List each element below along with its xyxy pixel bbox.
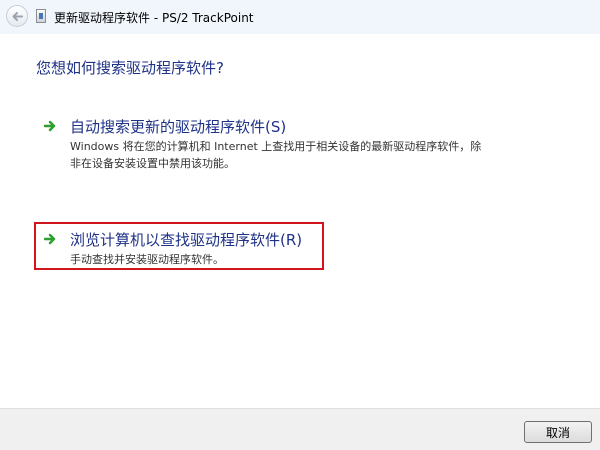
footer-bar: 取消 — [0, 408, 600, 450]
window-title: 更新驱动程序软件 - PS/2 TrackPoint — [54, 11, 254, 25]
page-heading: 您想如何搜索驱动程序软件? — [36, 59, 224, 77]
option-auto-search-title[interactable]: 自动搜索更新的驱动程序软件(S) — [70, 116, 286, 137]
device-icon — [36, 9, 46, 23]
back-button[interactable] — [6, 5, 28, 27]
back-arrow-icon — [12, 12, 23, 21]
option-browse-computer-description: 手动查找并安装驱动程序软件。 — [70, 253, 224, 266]
option-auto-search-description: Windows 将在您的计算机和 Internet 上查找用于相关设备的最新驱动… — [70, 140, 482, 170]
option-browse-computer-title[interactable]: 浏览计算机以查找驱动程序软件(R) — [70, 229, 302, 250]
cancel-button[interactable]: 取消 — [524, 421, 592, 443]
green-arrow-icon — [44, 233, 56, 245]
title-bar: 更新驱动程序软件 - PS/2 TrackPoint — [0, 0, 600, 34]
green-arrow-icon — [44, 120, 56, 132]
